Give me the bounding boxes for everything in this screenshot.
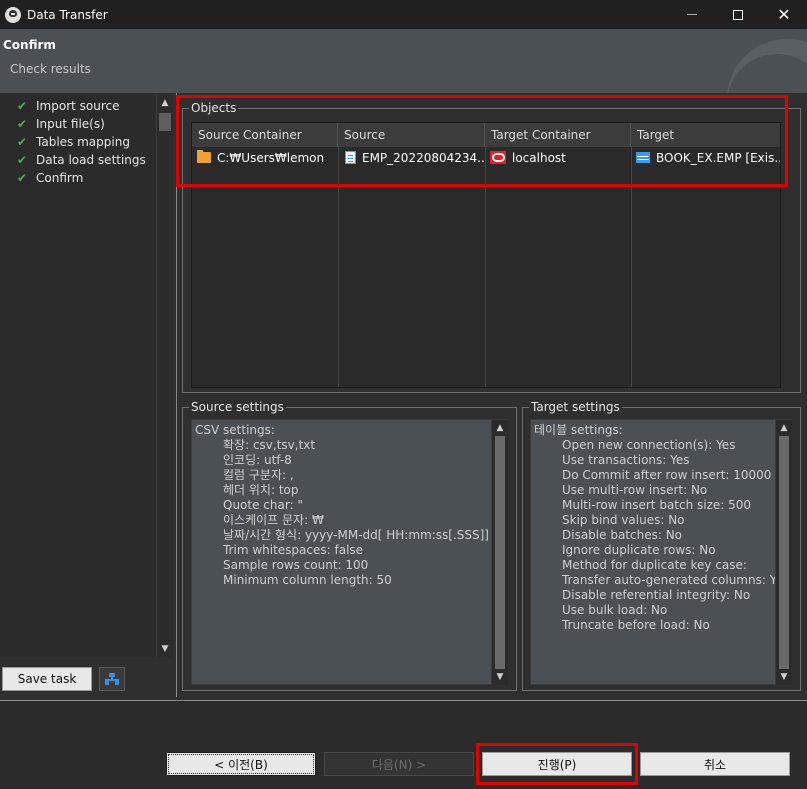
page-subtitle: Check results — [10, 62, 91, 76]
close-icon: ✕ — [777, 4, 791, 24]
wizard-step-item[interactable]: ✔ Confirm — [0, 169, 156, 187]
task-config-button[interactable] — [99, 667, 125, 691]
settings-line: Open new connection(s): Yes — [562, 438, 736, 452]
wizard-step-label: Data load settings — [36, 153, 146, 167]
settings-line: Disable batches: No — [562, 528, 683, 542]
steps-scrollbar[interactable]: ▲ ▼ — [156, 95, 173, 657]
cell-source-container[interactable]: C:₩Users₩lemon — [192, 147, 338, 168]
objects-table-header: Source Container Source Target Container… — [192, 123, 780, 147]
scroll-down-icon[interactable]: ▼ — [776, 669, 792, 685]
settings-line: Disable referential integrity: No — [562, 588, 751, 602]
settings-line: Skip bind values: No — [562, 513, 685, 527]
close-button[interactable]: ✕ — [761, 0, 807, 29]
table-row[interactable]: C:₩Users₩lemon EMP_20220804234... localh… — [192, 147, 780, 168]
minimize-button[interactable] — [669, 0, 715, 29]
source-settings-legend: Source settings — [191, 400, 284, 414]
wizard-step-item[interactable]: ✔ Import source — [0, 97, 156, 115]
settings-line: Sample rows count: 100 — [223, 558, 369, 572]
settings-line: Ignore duplicate rows: No — [562, 543, 716, 557]
minimize-icon — [687, 14, 697, 15]
settings-line: CSV settings: — [195, 423, 275, 437]
settings-line: 확장: csv,tsv,txt — [223, 438, 316, 452]
wizard-step-label: Input file(s) — [36, 117, 105, 131]
maximize-icon — [733, 9, 743, 20]
folder-icon — [197, 150, 211, 163]
page-title: Confirm — [3, 38, 56, 52]
settings-line: Trim whitespaces: false — [223, 543, 364, 557]
scroll-thumb[interactable] — [495, 436, 505, 669]
scroll-up-icon[interactable]: ▲ — [492, 420, 508, 436]
maximize-button[interactable] — [715, 0, 761, 29]
settings-line: 테이블 settings: — [534, 423, 623, 437]
settings-line: Method for duplicate key case: — [562, 558, 747, 572]
dbeaver-app-icon — [5, 6, 21, 23]
cancel-button[interactable]: 취소 — [640, 752, 790, 776]
settings-line: Use transactions: Yes — [562, 453, 690, 467]
save-task-button[interactable]: Save task — [2, 667, 92, 691]
scroll-down-icon[interactable]: ▼ — [492, 669, 508, 685]
check-icon: ✔ — [17, 99, 28, 113]
check-icon: ✔ — [17, 153, 28, 167]
scroll-down-icon[interactable]: ▼ — [157, 641, 173, 657]
wizard-step-item[interactable]: ✔ Input file(s) — [0, 115, 156, 133]
objects-table[interactable]: Source Container Source Target Container… — [191, 122, 781, 388]
proceed-button[interactable]: 진행(P) — [482, 752, 632, 776]
settings-line: Use bulk load: No — [562, 603, 668, 617]
source-settings-scrollbar[interactable]: ▲ ▼ — [491, 420, 508, 685]
settings-line: 헤더 위치: top — [223, 483, 299, 497]
check-icon: ✔ — [17, 135, 28, 149]
column-header-target[interactable]: Target — [631, 123, 780, 147]
target-settings-text[interactable]: 테이블 settings: Open new connection(s): Yes… — [530, 419, 792, 685]
settings-line: Minimum column length: 50 — [223, 573, 392, 587]
table-icon — [636, 152, 650, 163]
scroll-up-icon[interactable]: ▲ — [776, 420, 792, 436]
window-title: Data Transfer — [27, 7, 108, 22]
next-button[interactable]: 다음(N) > — [324, 752, 474, 776]
settings-line: Truncate before load: No — [562, 618, 710, 632]
settings-line: Quote char: " — [223, 498, 303, 512]
cell-source[interactable]: EMP_20220804234... — [338, 147, 485, 168]
title-bar: Data Transfer ✕ — [0, 0, 807, 29]
wizard-steps-pane: ✔ Import source ✔ Input file(s) ✔ Tables mapp… — [0, 95, 173, 657]
settings-line: Do Commit after row insert: 10000 — [562, 468, 772, 482]
oracle-connection-icon — [490, 151, 506, 164]
settings-line: 인코딩: utf-8 — [223, 453, 292, 467]
wizard-step-label: Import source — [36, 99, 120, 113]
target-settings-scrollbar[interactable]: ▲ ▼ — [775, 420, 792, 685]
settings-line: Transfer auto-generated columns: Yes — [562, 573, 790, 587]
csv-file-icon — [345, 151, 356, 164]
check-icon: ✔ — [17, 171, 28, 185]
wizard-step-item[interactable]: ✔ Tables mapping — [0, 133, 156, 151]
wizard-step-label: Tables mapping — [36, 135, 130, 149]
wizard-header: Confirm Check results — [0, 29, 807, 93]
wizard-step-label: Confirm — [36, 171, 84, 185]
target-settings-legend: Target settings — [531, 400, 620, 414]
source-settings-text[interactable]: CSV settings: 확장: csv,tsv,txt 인코딩: utf-8 컬럼… — [191, 419, 508, 685]
settings-line: Use multi-row insert: No — [562, 483, 708, 497]
cell-target-container[interactable]: localhost — [485, 147, 631, 168]
settings-line: Multi-row insert batch size: 500 — [562, 498, 752, 512]
column-header-source[interactable]: Source — [338, 123, 485, 147]
back-button[interactable]: < 이전(B) — [166, 752, 316, 776]
settings-line: 날짜/시간 형식: yyyy-MM-dd[ HH:mm:ss[.SSS]] — [223, 528, 489, 542]
task-config-icon — [105, 673, 119, 685]
wizard-step-item[interactable]: ✔ Data load settings — [0, 151, 156, 169]
cell-target[interactable]: BOOK_EX.EMP [Exis... — [631, 147, 780, 168]
column-header-target-container[interactable]: Target Container — [485, 123, 631, 147]
scroll-up-icon[interactable]: ▲ — [157, 95, 173, 111]
settings-line: 이스케이프 문자: ₩ — [223, 513, 324, 527]
column-header-source-container[interactable]: Source Container — [192, 123, 338, 147]
objects-legend: Objects — [191, 101, 237, 115]
scroll-thumb[interactable] — [779, 436, 789, 669]
wizard-steps-list: ✔ Import source ✔ Input file(s) ✔ Tables mapp… — [0, 97, 156, 187]
settings-line: 컬럼 구분자: , — [223, 468, 294, 482]
check-icon: ✔ — [17, 117, 28, 131]
scroll-thumb[interactable] — [159, 113, 171, 131]
